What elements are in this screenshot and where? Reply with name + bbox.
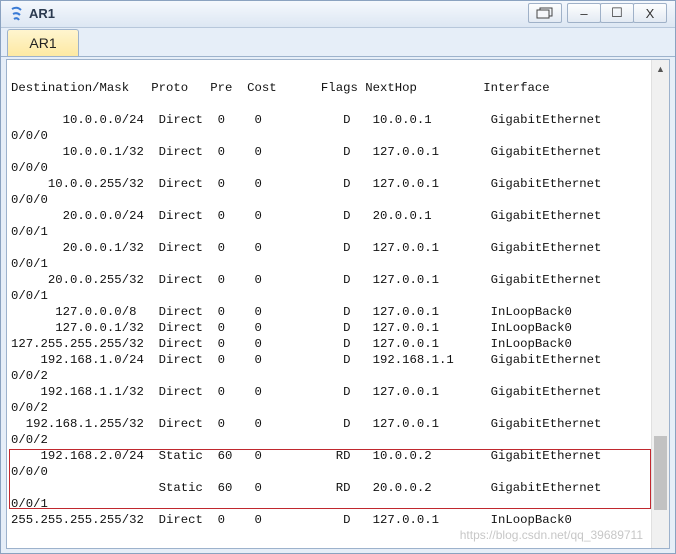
scroll-thumb[interactable]	[654, 436, 667, 510]
restore-button[interactable]	[528, 3, 562, 23]
scroll-up-icon[interactable]: ▲	[652, 60, 669, 77]
console-line: 127.0.0.1/32 Direct 0 0 D 127.0.0.1 InLo…	[11, 321, 572, 335]
router-icon	[11, 6, 22, 21]
console-line: 0/0/0	[11, 193, 48, 207]
maximize-button[interactable]: ☐	[600, 3, 634, 23]
console-line: 127.0.0.0/8 Direct 0 0 D 127.0.0.1 InLoo…	[11, 305, 572, 319]
console-line: 0/0/2	[11, 433, 48, 447]
console-line: 192.168.1.0/24 Direct 0 0 D 192.168.1.1 …	[11, 353, 602, 367]
watermark: https://blog.csdn.net/qq_39689711	[459, 528, 643, 542]
console-line: 20.0.0.1/32 Direct 0 0 D 127.0.0.1 Gigab…	[11, 241, 602, 255]
minimize-button[interactable]: –	[567, 3, 601, 23]
console-line: 20.0.0.255/32 Direct 0 0 D 127.0.0.1 Gig…	[11, 273, 602, 287]
tab-ar1[interactable]: AR1	[7, 29, 79, 56]
console-line: 0/0/0	[11, 129, 48, 143]
title-bar[interactable]: AR1 – ☐ X	[1, 1, 675, 28]
console-line: 10.0.0.255/32 Direct 0 0 D 127.0.0.1 Gig…	[11, 177, 602, 191]
console-output[interactable]: Destination/Mask Proto Pre Cost Flags Ne…	[6, 59, 670, 549]
console-line: 0/0/1	[11, 257, 48, 271]
console-line: 20.0.0.0/24 Direct 0 0 D 20.0.0.1 Gigabi…	[11, 209, 602, 223]
restore-icon	[536, 7, 553, 19]
vertical-scrollbar[interactable]: ▲	[651, 60, 669, 548]
console-line: 0/0/2	[11, 369, 48, 383]
console-line: 0/0/1	[11, 289, 48, 303]
tab-strip: AR1	[1, 28, 675, 57]
console-line: 127.255.255.255/32 Direct 0 0 D 127.0.0.…	[11, 337, 572, 351]
ar1-window: AR1 – ☐ X AR1 Destination/Mask Proto Pre…	[0, 0, 676, 554]
console-line: 255.255.255.255/32 Direct 0 0 D 127.0.0.…	[11, 513, 572, 527]
console-line: 0/0/2	[11, 401, 48, 415]
console-line: 10.0.0.1/32 Direct 0 0 D 127.0.0.1 Gigab…	[11, 145, 602, 159]
console-line: 192.168.1.1/32 Direct 0 0 D 127.0.0.1 Gi…	[11, 385, 602, 399]
window-title: AR1	[29, 6, 56, 21]
console-line: 192.168.1.255/32 Direct 0 0 D 127.0.0.1 …	[11, 417, 602, 431]
console-line: 0/0/0	[11, 161, 48, 175]
console-line: Destination/Mask Proto Pre Cost Flags Ne…	[11, 81, 550, 95]
console-line: 0/0/1	[11, 225, 48, 239]
static-route-highlight	[9, 449, 651, 509]
close-button[interactable]: X	[633, 3, 667, 23]
console-line: 10.0.0.0/24 Direct 0 0 D 10.0.0.1 Gigabi…	[11, 113, 602, 127]
